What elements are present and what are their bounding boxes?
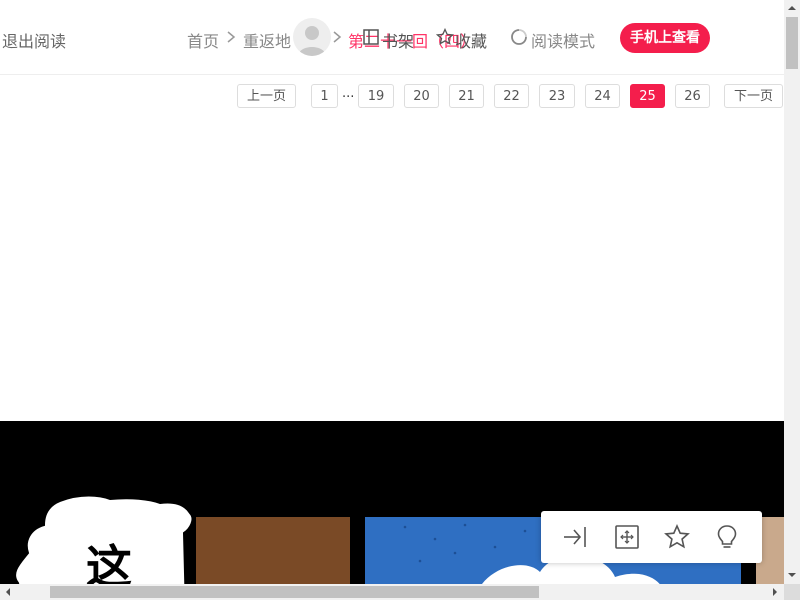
user-avatar-icon xyxy=(298,26,326,56)
scroll-left-arrow-icon[interactable] xyxy=(3,586,13,598)
bookshelf-icon[interactable] xyxy=(362,28,380,46)
breadcrumb-separator-icon xyxy=(333,31,342,43)
star-icon[interactable] xyxy=(664,524,690,550)
page-button-23[interactable]: 23 xyxy=(539,84,575,108)
avatar[interactable] xyxy=(293,18,331,56)
top-navigation-bar: 退出阅读 首页 重返地 第二十一回（四） 书架 收藏 阅读模式 手机上查看 xyxy=(0,0,784,75)
page-button-19[interactable]: 19 xyxy=(358,84,394,108)
horizontal-scrollbar-thumb[interactable] xyxy=(50,586,539,598)
scroll-down-arrow-icon[interactable] xyxy=(786,570,798,580)
fit-screen-icon[interactable] xyxy=(614,524,640,550)
page-button-24[interactable]: 24 xyxy=(585,84,620,108)
page-button-20[interactable]: 20 xyxy=(404,84,439,108)
breadcrumb-separator-icon xyxy=(227,31,236,43)
favorite-label[interactable]: 收藏 xyxy=(455,28,487,52)
read-mode-icon[interactable] xyxy=(510,28,528,46)
next-page-button[interactable]: 下一页 xyxy=(724,84,783,108)
exit-reading-link[interactable]: 退出阅读 xyxy=(2,28,66,52)
speech-bubble-text: 这 xyxy=(86,540,132,584)
page-button-1[interactable]: 1 xyxy=(311,84,338,108)
read-mode-label[interactable]: 阅读模式 xyxy=(531,28,595,52)
view-on-mobile-button[interactable]: 手机上查看 xyxy=(620,23,710,53)
prev-page-button[interactable]: 上一页 xyxy=(237,84,296,108)
breadcrumb-comic-title[interactable]: 重返地 xyxy=(243,28,291,52)
reader-floating-toolbar xyxy=(541,511,762,563)
page-button-25-current[interactable]: 25 xyxy=(630,84,665,108)
breadcrumb-home[interactable]: 首页 xyxy=(187,28,219,52)
lightbulb-icon[interactable] xyxy=(714,524,740,550)
favorite-star-icon[interactable] xyxy=(436,28,454,46)
page-button-26[interactable]: 26 xyxy=(675,84,710,108)
collapse-right-icon[interactable] xyxy=(562,524,588,550)
pager-ellipsis: ... xyxy=(342,86,355,101)
bookshelf-label[interactable]: 书架 xyxy=(382,28,414,52)
page-button-21[interactable]: 21 xyxy=(449,84,484,108)
scrollbar-corner xyxy=(784,584,800,600)
page-button-22[interactable]: 22 xyxy=(494,84,529,108)
scroll-up-arrow-icon[interactable] xyxy=(786,3,798,13)
scroll-right-arrow-icon[interactable] xyxy=(770,586,780,598)
vertical-scrollbar-thumb[interactable] xyxy=(786,17,798,69)
vertical-scrollbar[interactable] xyxy=(784,0,800,584)
